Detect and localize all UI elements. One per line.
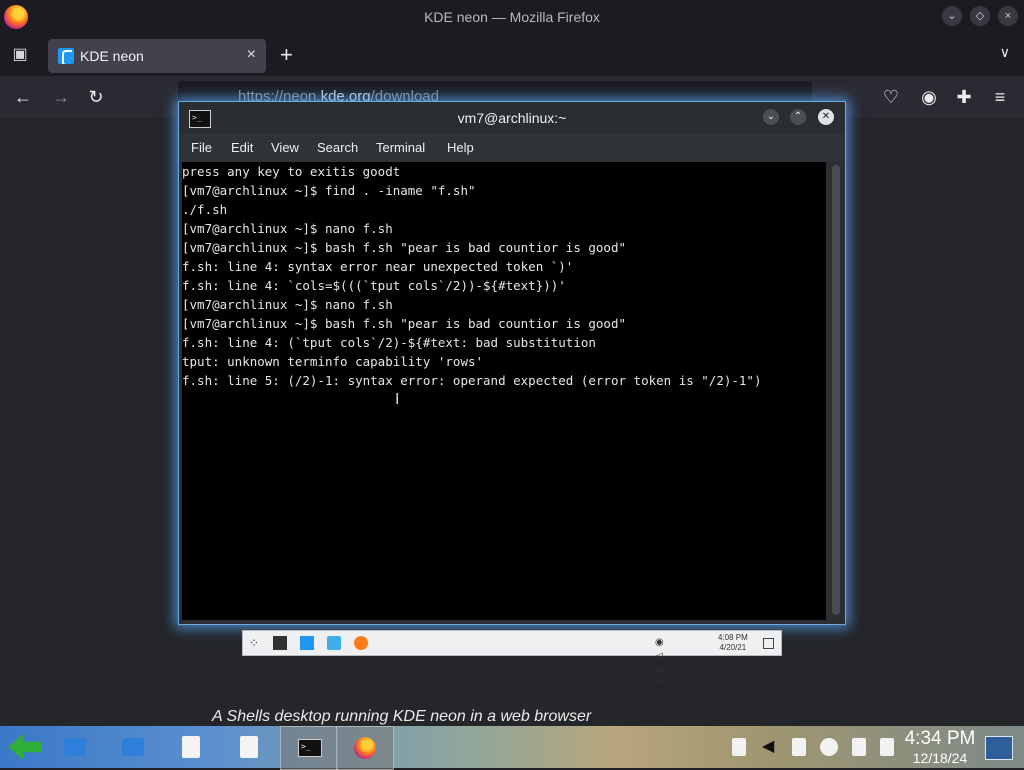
- extensions-icon[interactable]: ✚: [953, 86, 975, 108]
- terminal-line: tput: unknown terminfo capability 'rows': [182, 354, 484, 369]
- tab-list-icon[interactable]: ▣: [10, 45, 30, 65]
- tab-label: KDE neon: [80, 48, 144, 64]
- page-caption: A Shells desktop running KDE neon in a w…: [212, 708, 592, 725]
- terminal-line: [vm7@archlinux ~]$ find . -iname "f.sh": [182, 183, 476, 198]
- maximize-icon[interactable]: ◇: [970, 6, 990, 26]
- remote-launcher-icon[interactable]: ⁘: [249, 636, 263, 650]
- menu-help[interactable]: Help: [447, 140, 474, 155]
- remote-clock[interactable]: 4:08 PM 4/20/21: [718, 633, 748, 653]
- clock-date: 12/18/24: [912, 750, 968, 766]
- tab-close-icon[interactable]: ×: [247, 46, 256, 64]
- tray-document-icon[interactable]: [732, 738, 746, 756]
- remote-tray-icons[interactable]: ◉ ◁ ▭ ⌃: [655, 636, 669, 690]
- file-manager-icon[interactable]: [64, 738, 86, 756]
- remote-show-desktop-icon[interactable]: [763, 638, 774, 649]
- taskbar-firefox-task[interactable]: [336, 726, 394, 770]
- terminal-line: ./f.sh: [182, 202, 228, 217]
- firefox-titlebar: KDE neon — Mozilla Firefox ⌄ ◇ ×: [0, 0, 1024, 34]
- reload-icon[interactable]: ↻: [85, 86, 107, 108]
- konsole-window[interactable]: >_ vm7@archlinux:~ ⌄ ⌃ ✕ File Edit View …: [178, 101, 846, 625]
- app-launcher-icon[interactable]: [122, 738, 144, 756]
- konsole-titlebar[interactable]: >_ vm7@archlinux:~ ⌄ ⌃ ✕: [179, 102, 845, 134]
- terminal-line: [vm7@archlinux ~]$ nano f.sh: [182, 297, 393, 312]
- list-all-tabs-chevron-icon[interactable]: ∨: [1000, 44, 1010, 61]
- close-window-icon[interactable]: ×: [998, 6, 1018, 26]
- terminal-line: f.sh: line 4: `cols=$(((`tput cols`/2))-…: [182, 278, 566, 293]
- tray-document-icon[interactable]: [852, 738, 866, 756]
- menu-file[interactable]: File: [191, 140, 212, 155]
- terminal-line: f.sh: line 4: (`tput cols`/2)-${#text: b…: [182, 335, 596, 350]
- forward-arrow-icon[interactable]: →: [50, 86, 72, 108]
- terminal-line: [vm7@archlinux ~]$ bash f.sh "pear is ba…: [182, 240, 627, 255]
- terminal-line: f.sh: line 5: (/2)-1: syntax error: oper…: [182, 373, 762, 388]
- konsole-menubar: File Edit View Search Terminal Help: [179, 134, 845, 162]
- tab-bar: ▣ KDE neon ×: [0, 34, 1024, 76]
- konsole-minimize-icon[interactable]: ⌄: [763, 109, 779, 125]
- minimize-icon[interactable]: ⌄: [942, 6, 962, 26]
- clock-time: 4:34 PM: [904, 728, 976, 749]
- tray-document-icon[interactable]: [792, 738, 806, 756]
- konsole-title: vm7@archlinux:~: [457, 110, 567, 126]
- text-cursor-icon: I: [395, 391, 400, 408]
- account-icon[interactable]: ◉: [918, 86, 940, 108]
- menu-hamburger-icon[interactable]: ≡: [989, 86, 1011, 108]
- terminal-scrollbar[interactable]: [832, 165, 840, 615]
- konsole-close-icon[interactable]: ✕: [818, 109, 834, 125]
- window-title: KDE neon — Mozilla Firefox: [424, 9, 600, 25]
- document-icon[interactable]: [240, 736, 258, 758]
- taskbar-terminal-task[interactable]: >_: [280, 726, 338, 770]
- back-arrow-icon[interactable]: ←: [12, 86, 34, 108]
- menu-view[interactable]: View: [271, 140, 299, 155]
- remote-app-icon[interactable]: [300, 636, 314, 650]
- terminal-icon: >_: [298, 739, 322, 757]
- remote-folder-icon[interactable]: [327, 636, 341, 650]
- remote-date: 4/20/21: [719, 643, 747, 652]
- remote-firefox-icon[interactable]: [354, 636, 368, 650]
- tray-volume-muted-icon[interactable]: ◀: [762, 738, 776, 756]
- kde-favicon-icon: [58, 48, 74, 64]
- taskbar-clock[interactable]: 4:34 PM 12/18/24: [900, 728, 980, 766]
- konsole-maximize-icon[interactable]: ⌃: [790, 109, 806, 125]
- host-taskbar: >_ ◀ 4:34 PM 12/18/24: [0, 726, 1024, 770]
- terminal-line: f.sh: line 4: syntax error near unexpect…: [182, 259, 574, 274]
- remote-terminal-icon[interactable]: [273, 636, 287, 650]
- start-menu-arrow-icon[interactable]: [8, 734, 42, 760]
- new-tab-button[interactable]: +: [280, 42, 293, 68]
- firefox-logo-icon: [354, 737, 376, 759]
- remote-time: 4:08 PM: [718, 633, 748, 642]
- tab-kde-neon[interactable]: KDE neon ×: [48, 39, 266, 73]
- terminal-output[interactable]: press any key to exitis goodt [vm7@archl…: [182, 162, 826, 620]
- terminal-line: [vm7@archlinux ~]$ nano f.sh: [182, 221, 393, 236]
- tray-disc-icon[interactable]: [820, 738, 838, 756]
- tray-document-icon[interactable]: [880, 738, 894, 756]
- pocket-icon[interactable]: ♡: [880, 86, 902, 108]
- document-icon[interactable]: [182, 736, 200, 758]
- terminal-line: [vm7@archlinux ~]$ bash f.sh "pear is ba…: [182, 316, 627, 331]
- terminal-line: press any key to exitis goodt: [182, 164, 401, 179]
- remote-taskbar: ⁘ ◉ ◁ ▭ ⌃ 4:08 PM 4/20/21: [242, 630, 782, 690]
- menu-terminal[interactable]: Terminal: [376, 140, 425, 155]
- show-desktop-icon[interactable]: [985, 736, 1013, 760]
- menu-edit[interactable]: Edit: [231, 140, 253, 155]
- menu-search[interactable]: Search: [317, 140, 358, 155]
